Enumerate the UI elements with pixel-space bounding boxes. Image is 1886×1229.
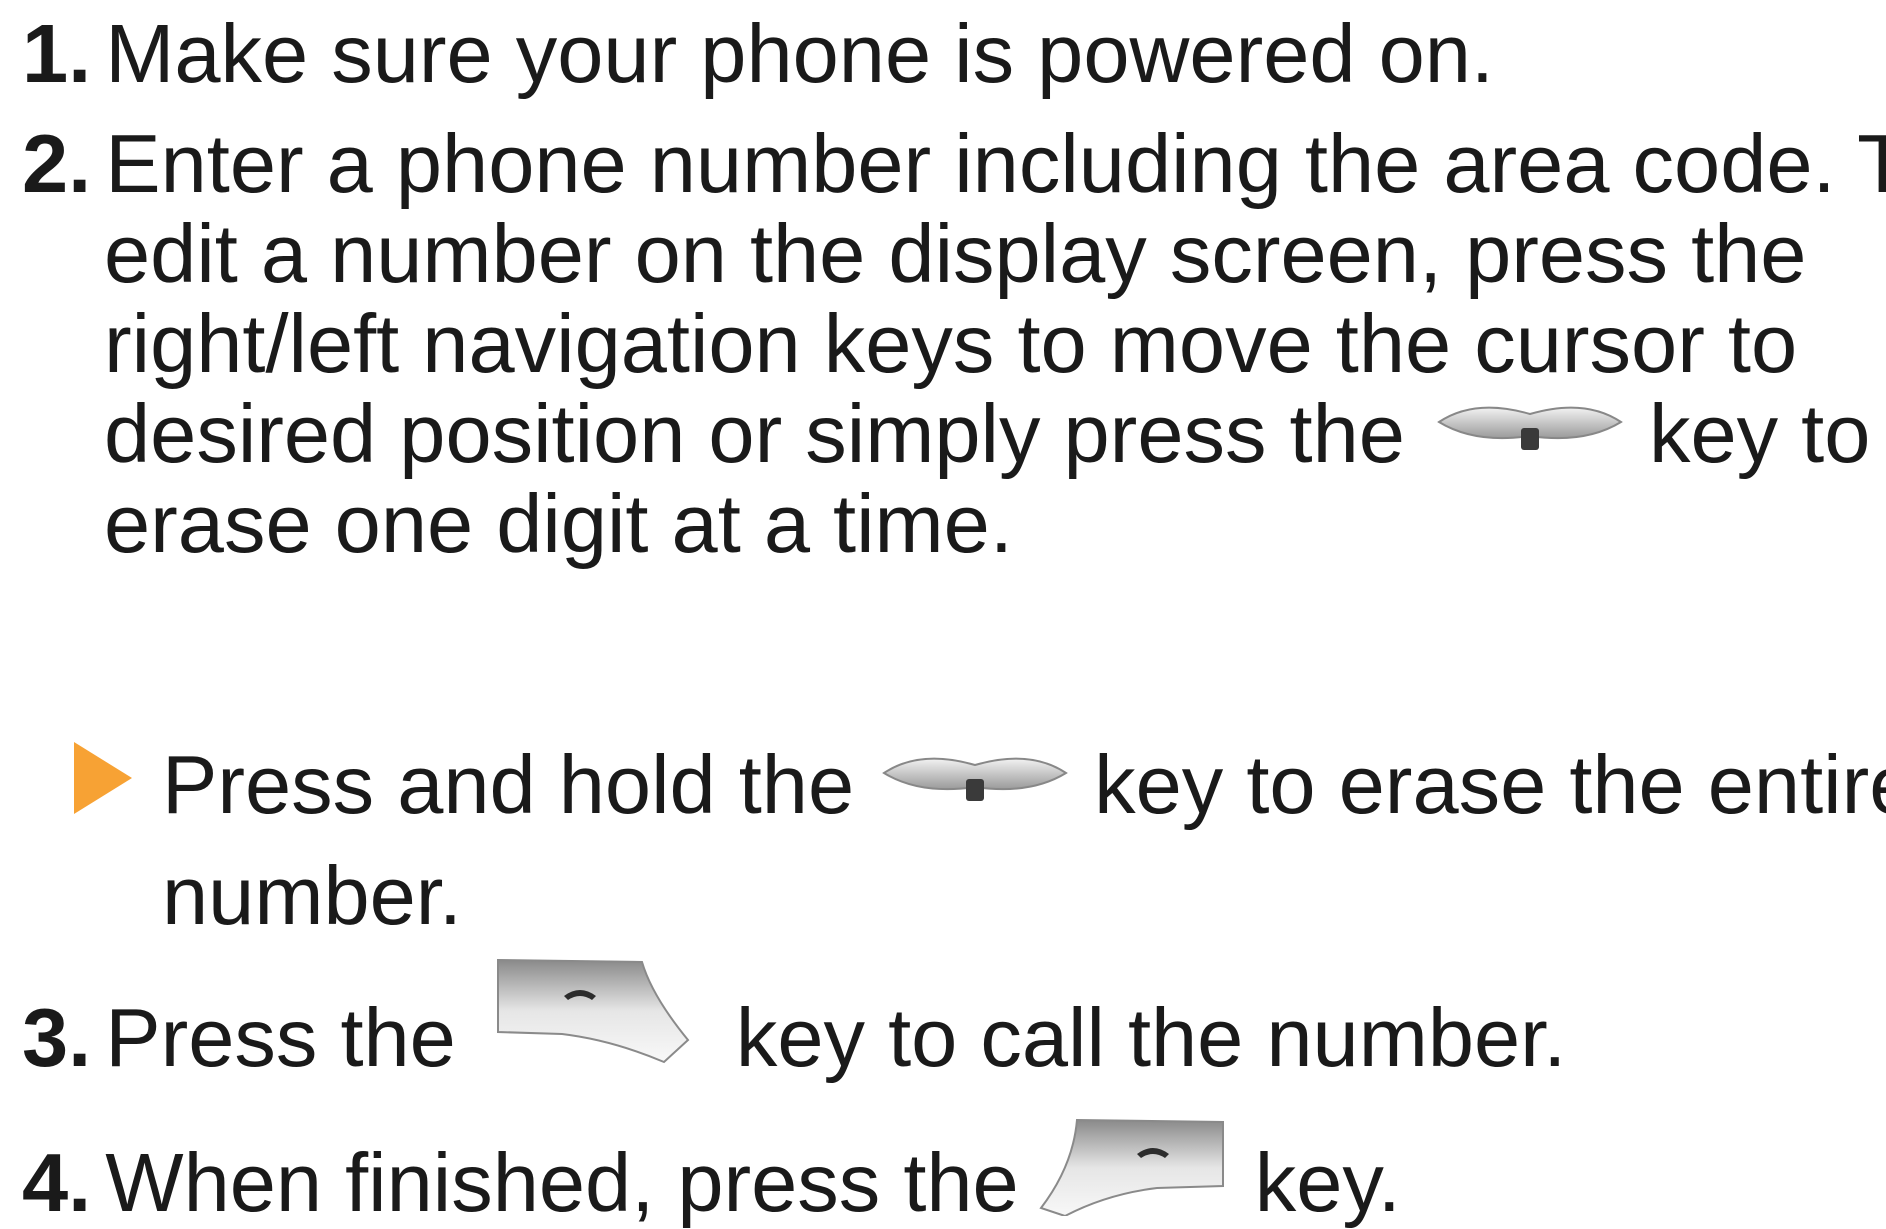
orange-triangle-bullet-icon <box>72 740 134 829</box>
step-1: 1. Make sure your phone is powered on. <box>22 12 1494 95</box>
step-4: 4. When finished, press the key. <box>22 1118 1401 1229</box>
step-2-line-5: erase one digit at a time. <box>104 482 1013 565</box>
step-text: desired position or simply press the <box>104 387 1405 480</box>
bullet-note: Press and hold the key to erase the enti… <box>72 740 1886 829</box>
step-text: When finished, press the <box>105 1136 1019 1229</box>
step-number: 4. <box>22 1136 92 1229</box>
step-text: key. <box>1254 1136 1401 1229</box>
step-3: 3. Press the key to call the number. <box>22 958 1567 1084</box>
step-2-line-2: edit a number on the display screen, pre… <box>104 212 1806 295</box>
step-text: right/left navigation keys to move the c… <box>104 297 1798 390</box>
bullet-text: number. <box>162 849 462 942</box>
step-number: 3. <box>22 991 92 1084</box>
bullet-text: key to erase the entire <box>1094 738 1886 831</box>
step-text: edit a number on the display screen, pre… <box>104 207 1807 300</box>
clear-key-icon <box>1435 392 1625 475</box>
bullet-text: Press and hold the <box>162 738 855 831</box>
end-key-icon <box>1037 1116 1227 1229</box>
clear-key-icon <box>880 743 1070 826</box>
step-2-line-3: right/left navigation keys to move the c… <box>104 302 1797 385</box>
step-text: key to call the number. <box>735 991 1567 1084</box>
step-2-line-4: desired position or simply press the key… <box>104 392 1870 475</box>
step-text: key to <box>1648 387 1871 480</box>
bullet-note-line-2: number. <box>162 854 462 937</box>
send-key-icon <box>492 956 692 1079</box>
step-number: 2. <box>22 117 92 210</box>
step-text: Enter a phone number including the area … <box>105 117 1886 210</box>
step-2: 2. Enter a phone number including the ar… <box>22 122 1886 205</box>
step-text: Make sure your phone is powered on. <box>105 7 1494 100</box>
step-text: erase one digit at a time. <box>104 477 1013 570</box>
instruction-page: 1. Make sure your phone is powered on. 2… <box>0 0 1886 1224</box>
step-number: 1. <box>22 7 92 100</box>
step-text: Press the <box>105 991 456 1084</box>
